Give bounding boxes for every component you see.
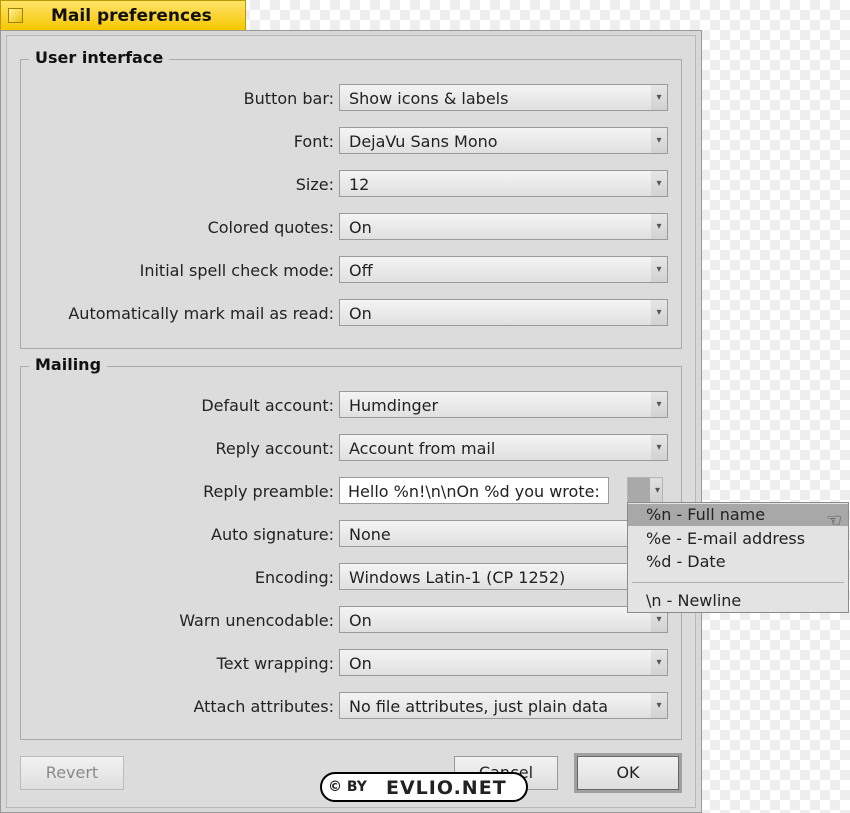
- ok-button[interactable]: OK: [574, 753, 682, 793]
- size-select[interactable]: 12 ▾: [339, 170, 668, 197]
- field-label: Size:: [295, 175, 334, 194]
- select-value: On: [349, 304, 372, 323]
- row-text-wrapping: Text wrapping: On ▾: [21, 649, 681, 677]
- input-value: Hello %n!\n\nOn %d you wrote:: [348, 482, 600, 501]
- warn-unencodable-select[interactable]: On ▾: [339, 606, 668, 633]
- row-spell-check: Initial spell check mode: Off ▾: [21, 256, 681, 284]
- dropdown-arrow-icon: ▾: [651, 171, 667, 196]
- auto-signature-select[interactable]: None▾: [339, 520, 668, 547]
- font-select[interactable]: DejaVu Sans Mono ▾: [339, 127, 668, 154]
- field-label: Colored quotes:: [207, 218, 334, 237]
- menu-item-full-name[interactable]: %n - Full name: [628, 504, 848, 526]
- field-label: Automatically mark mail as read:: [68, 304, 334, 323]
- row-default-account: Default account: Humdinger ▾: [21, 391, 681, 419]
- encoding-select[interactable]: Windows Latin-1 (CP 1252)▾: [339, 563, 668, 590]
- watermark-site: EVLIO.NET: [386, 777, 507, 799]
- mail-preferences-window: User interface Button bar: Show icons & …: [0, 30, 702, 813]
- dropdown-arrow-icon: ▾: [651, 85, 667, 110]
- window-content: User interface Button bar: Show icons & …: [6, 35, 696, 808]
- select-value: On: [349, 654, 372, 673]
- colored-quotes-select[interactable]: On ▾: [339, 213, 668, 240]
- attach-attributes-select[interactable]: No file attributes, just plain data ▾: [339, 692, 668, 719]
- window-tab[interactable]: Mail preferences: [0, 0, 246, 30]
- spell-check-select[interactable]: Off ▾: [339, 256, 668, 283]
- group-heading: User interface: [29, 48, 170, 67]
- dropdown-arrow-icon: ▾: [651, 392, 667, 417]
- select-value: Humdinger: [349, 396, 439, 415]
- field-label: Auto signature:: [211, 525, 334, 544]
- select-value: Windows Latin-1 (CP 1252): [349, 568, 566, 587]
- menu-item-email-address[interactable]: %e - E-mail address: [628, 528, 848, 550]
- row-font: Font: DejaVu Sans Mono ▾: [21, 127, 681, 155]
- select-value: DejaVu Sans Mono: [349, 132, 498, 151]
- revert-button[interactable]: Revert: [20, 756, 124, 790]
- select-value: On: [349, 218, 372, 237]
- dropdown-arrow-icon: ▾: [651, 300, 667, 325]
- field-label: Font:: [293, 132, 334, 151]
- menu-item-date[interactable]: %d - Date: [628, 551, 848, 573]
- mark-read-select[interactable]: On ▾: [339, 299, 668, 326]
- select-value: Account from mail: [349, 439, 496, 458]
- watermark-badge: © BY EVLIO.NET: [320, 772, 528, 802]
- menu-separator: [632, 582, 844, 583]
- dropdown-arrow-icon: ▾: [651, 650, 667, 675]
- menu-swatch: [628, 478, 650, 503]
- field-label: Attach attributes:: [193, 697, 334, 716]
- field-label: Reply preamble:: [203, 482, 334, 501]
- field-label: Button bar:: [243, 89, 334, 108]
- row-size: Size: 12 ▾: [21, 170, 681, 198]
- close-box-icon[interactable]: [8, 8, 23, 23]
- reply-account-select[interactable]: Account from mail ▾: [339, 434, 668, 461]
- default-account-select[interactable]: Humdinger ▾: [339, 391, 668, 418]
- hand-cursor-icon: ☜: [826, 510, 843, 531]
- dropdown-arrow-icon: ▾: [654, 485, 660, 496]
- row-encoding: Encoding: Windows Latin-1 (CP 1252)▾: [21, 563, 681, 591]
- dropdown-arrow-icon: ▾: [651, 693, 667, 718]
- preamble-variables-button[interactable]: ▾: [627, 477, 663, 504]
- row-mark-read: Automatically mark mail as read: On ▾: [21, 299, 681, 327]
- select-value: Show icons & labels: [349, 89, 509, 108]
- field-label: Text wrapping:: [216, 654, 334, 673]
- user-interface-group: User interface Button bar: Show icons & …: [20, 48, 682, 349]
- row-reply-preamble: Reply preamble: Hello %n!\n\nOn %d you w…: [21, 477, 681, 505]
- field-label: Initial spell check mode:: [139, 261, 334, 280]
- window-title: Mail preferences: [51, 6, 212, 26]
- select-value: None: [349, 525, 391, 544]
- field-label: Warn unencodable:: [179, 611, 334, 630]
- row-reply-account: Reply account: Account from mail ▾: [21, 434, 681, 462]
- select-value: Off: [349, 261, 373, 280]
- preamble-variables-menu: %n - Full name %e - E-mail address %d - …: [627, 502, 849, 613]
- row-colored-quotes: Colored quotes: On ▾: [21, 213, 681, 241]
- mailing-group: Mailing Default account: Humdinger ▾ Repl…: [20, 355, 682, 740]
- field-label: Reply account:: [215, 439, 334, 458]
- watermark-by: © BY: [328, 779, 367, 795]
- field-label: Default account:: [201, 396, 334, 415]
- row-button-bar: Button bar: Show icons & labels ▾: [21, 84, 681, 112]
- button-bar-select[interactable]: Show icons & labels ▾: [339, 84, 668, 111]
- select-value: 12: [349, 175, 370, 194]
- dropdown-arrow-icon: ▾: [651, 128, 667, 153]
- dropdown-arrow-icon: ▾: [651, 257, 667, 282]
- menu-item-newline[interactable]: \n - Newline: [628, 590, 848, 612]
- field-label: Encoding:: [254, 568, 334, 587]
- select-value: On: [349, 611, 372, 630]
- row-warn-unencodable: Warn unencodable: On ▾: [21, 606, 681, 634]
- row-attach-attributes: Attach attributes: No file attributes, j…: [21, 692, 681, 720]
- select-value: No file attributes, just plain data: [349, 697, 608, 716]
- text-wrapping-select[interactable]: On ▾: [339, 649, 668, 676]
- row-auto-signature: Auto signature: None▾: [21, 520, 681, 548]
- dropdown-arrow-icon: ▾: [651, 214, 667, 239]
- dropdown-arrow-icon: ▾: [651, 435, 667, 460]
- reply-preamble-input[interactable]: Hello %n!\n\nOn %d you wrote:: [339, 477, 609, 504]
- group-heading: Mailing: [29, 355, 108, 374]
